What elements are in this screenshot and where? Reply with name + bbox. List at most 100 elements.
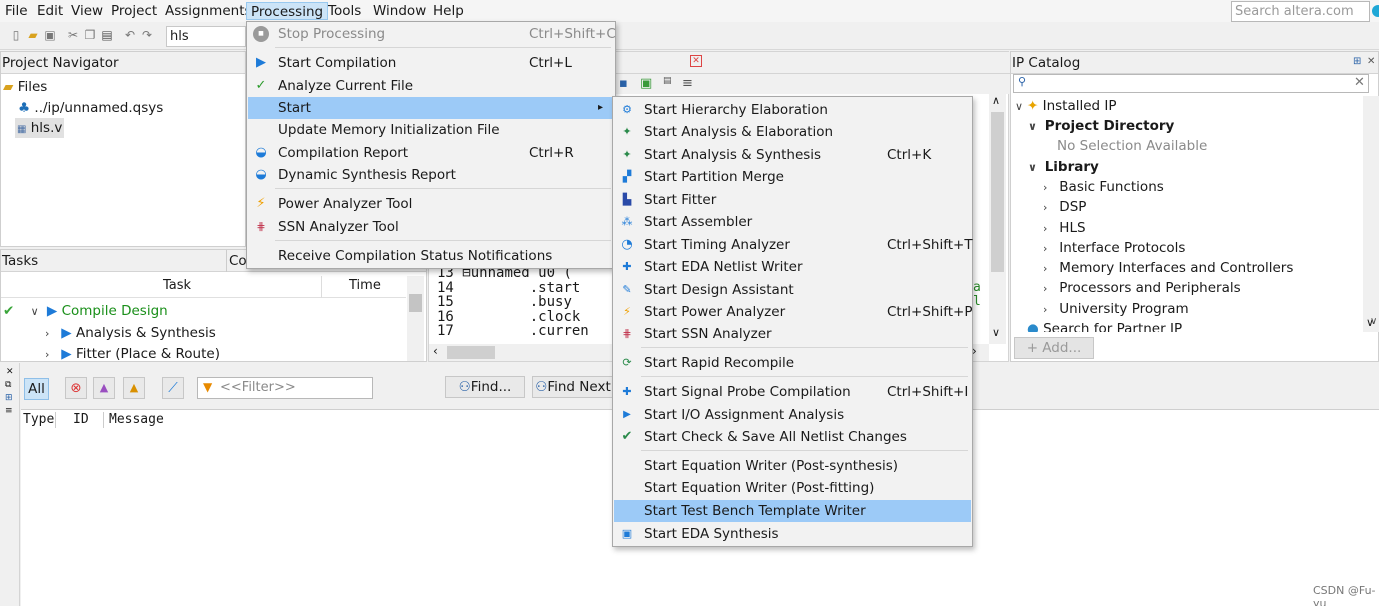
tree-library-item[interactable]: › Memory Interfaces and Controllers xyxy=(1043,258,1293,278)
task-row[interactable]: ✔ ∨ ▶ Compile Design xyxy=(3,301,403,321)
editor-tool-icon[interactable]: ▣ xyxy=(640,76,652,91)
menu-view[interactable]: View xyxy=(67,2,107,20)
tree-library[interactable]: ∨ Library xyxy=(1028,157,1099,177)
ip-scrollbar[interactable]: ∨ xyxy=(1363,96,1379,332)
col-message[interactable]: Message xyxy=(109,412,164,427)
submenu-item[interactable]: ▶ Start I/O Assignment Analysis xyxy=(614,404,971,426)
submenu-item[interactable]: ⁂ Start Assembler xyxy=(614,211,971,233)
tree-library-item[interactable]: › Processors and Peripherals xyxy=(1043,278,1241,298)
submenu-item[interactable]: Start Test Bench Template Writer xyxy=(614,500,971,522)
submenu-item[interactable]: ✔ Start Check & Save All Netlist Changes xyxy=(614,426,971,448)
close-tab-icon[interactable]: ✕ xyxy=(690,55,702,67)
tree-installed-ip[interactable]: ∨ ✦ Installed IP xyxy=(1015,96,1117,116)
menu-project[interactable]: Project xyxy=(107,2,161,20)
menu-item-stop-processing[interactable]: ■ Stop Processing Ctrl+Shift+C xyxy=(248,23,616,45)
clear-icon[interactable]: ✕ xyxy=(1354,75,1365,90)
submenu-item[interactable]: ⟳ Start Rapid Recompile xyxy=(614,352,971,374)
close-icon[interactable]: ✕ xyxy=(6,367,14,377)
submenu-item[interactable]: ◔ Start Timing Analyzer Ctrl+Shift+T xyxy=(614,234,972,256)
scroll-thumb[interactable] xyxy=(991,112,1004,272)
close-icon[interactable]: ✕ xyxy=(1367,56,1375,67)
dock-icon[interactable]: ⊞ xyxy=(1353,56,1361,67)
menu-file[interactable]: File xyxy=(1,2,32,20)
submenu-item[interactable]: ⋕ Start SSN Analyzer xyxy=(614,323,971,345)
menu-item-analyze-current-file[interactable]: ✓ Analyze Current File xyxy=(248,75,614,97)
menu-item-dynamic-synthesis-report[interactable]: ◒ Dynamic Synthesis Report xyxy=(248,164,614,186)
files-root[interactable]: ▰ Files xyxy=(3,77,47,97)
error-filter-icon[interactable]: ⊗ xyxy=(65,377,87,399)
copy-icon[interactable]: ❐ xyxy=(83,28,97,42)
menu-assignments[interactable]: Assignments xyxy=(161,2,256,20)
menu-item-power-analyzer-tool[interactable]: ⚡ Power Analyzer Tool xyxy=(248,193,614,215)
suppressed-filter-icon[interactable]: ⟋ xyxy=(162,377,184,399)
col-type[interactable]: Type xyxy=(23,412,56,427)
editor-tool-icon[interactable]: ▪ xyxy=(619,76,628,91)
file-item[interactable]: ♣ ../ip/unnamed.qsys xyxy=(18,98,163,118)
file-item[interactable]: ▦ hls.v xyxy=(15,118,65,138)
submenu-item[interactable]: Start Equation Writer (Post-fitting) xyxy=(614,477,971,499)
play-icon[interactable]: ▶ xyxy=(47,303,57,319)
menu-item-ssn-analyzer-tool[interactable]: ⋕ SSN Analyzer Tool xyxy=(248,216,614,238)
play-icon[interactable]: ▶ xyxy=(61,325,71,341)
add-ip-button[interactable]: + Add... xyxy=(1014,337,1094,359)
search-altera-input[interactable]: Search altera.com xyxy=(1231,1,1370,22)
submenu-item[interactable]: Start Equation Writer (Post-synthesis) xyxy=(614,455,971,477)
chevron-right-icon[interactable]: › xyxy=(45,324,57,344)
submenu-item[interactable]: ✚ Start Signal Probe Compilation Ctrl+Shif… xyxy=(614,381,971,403)
chevron-right-icon[interactable]: › xyxy=(45,345,57,361)
menu-item-start[interactable]: Start ▸ xyxy=(248,97,614,119)
submenu-item[interactable]: ▞ Start Partition Merge xyxy=(614,166,971,188)
submenu-item[interactable]: ✦ Start Analysis & Elaboration xyxy=(614,121,971,143)
critical-warning-filter-icon[interactable]: ▲ xyxy=(93,377,115,399)
task-row[interactable]: › ▶ Analysis & Synthesis xyxy=(45,323,216,343)
tree-library-item[interactable]: › DSP xyxy=(1043,197,1086,217)
tree-library-item[interactable]: › Basic Functions xyxy=(1043,177,1164,197)
editor-tool-icon[interactable]: ≡ xyxy=(682,76,693,91)
menu-edit[interactable]: Edit xyxy=(33,2,67,20)
task-row[interactable]: › ▶ Fitter (Place & Route) xyxy=(45,344,220,361)
find-button[interactable]: ⚇Find... xyxy=(445,376,525,398)
ip-search-input[interactable]: ⚲ ✕ xyxy=(1013,74,1369,93)
find-next-button[interactable]: ⚇Find Next xyxy=(532,376,614,398)
pin-icon[interactable]: ⊞ xyxy=(5,393,13,403)
tasks-scrollbar[interactable] xyxy=(407,276,424,361)
scroll-down-icon[interactable]: ∨ xyxy=(992,326,1000,339)
tree-library-item[interactable]: › Interface Protocols xyxy=(1043,238,1185,258)
scroll-thumb[interactable] xyxy=(409,294,422,312)
undo-icon[interactable]: ↶ xyxy=(123,28,137,42)
tree-partner-ip[interactable]: ● Search for Partner IP xyxy=(1027,319,1182,332)
top-entity-combo[interactable]: hls xyxy=(166,26,246,47)
col-id[interactable]: ID xyxy=(73,412,89,427)
scroll-up-icon[interactable]: ∧ xyxy=(992,94,1000,107)
warning-filter-icon[interactable]: ▲ xyxy=(123,377,145,399)
new-file-icon[interactable]: ▯ xyxy=(9,28,23,42)
play-icon[interactable]: ▶ xyxy=(61,346,71,361)
tab-compilation[interactable]: Co xyxy=(226,250,247,272)
editor-vscrollbar[interactable]: ∧ ∨ xyxy=(989,94,1006,344)
all-filter-button[interactable]: All xyxy=(24,378,49,400)
menu-window[interactable]: Window xyxy=(369,2,430,20)
message-filter-input[interactable]: ▼ <<Filter>> xyxy=(197,377,373,399)
submenu-item[interactable]: ✚ Start EDA Netlist Writer xyxy=(614,256,971,278)
scroll-thumb[interactable] xyxy=(447,346,495,359)
search-go-icon[interactable] xyxy=(1372,5,1379,17)
col-task[interactable]: Task xyxy=(163,278,191,293)
scroll-left-icon[interactable]: ‹ xyxy=(433,344,438,358)
menu-help[interactable]: Help xyxy=(429,2,468,20)
float-icon[interactable]: ⧉ xyxy=(5,380,11,390)
menu-item-start-compilation[interactable]: ▶ Start Compilation Ctrl+L xyxy=(248,52,614,74)
redo-icon[interactable]: ↷ xyxy=(140,28,154,42)
submenu-item[interactable]: ⚙ Start Hierarchy Elaboration xyxy=(614,99,971,121)
editor-tool-icon[interactable]: ▤ xyxy=(663,76,672,86)
submenu-item[interactable]: ✦ Start Analysis & Synthesis Ctrl+K xyxy=(614,144,971,166)
col-time[interactable]: Time xyxy=(349,278,381,293)
submenu-item[interactable]: ▣ Start EDA Synthesis xyxy=(614,523,971,545)
menu-processing[interactable]: Processing xyxy=(246,2,329,20)
submenu-item[interactable]: ▙ Start Fitter xyxy=(614,189,971,211)
menu-icon[interactable]: ≡ xyxy=(5,406,13,416)
open-folder-icon[interactable]: ▰ xyxy=(26,28,40,42)
tree-library-item[interactable]: › HLS xyxy=(1043,218,1086,238)
menu-tools[interactable]: Tools xyxy=(324,2,365,20)
menu-item-compilation-report[interactable]: ◒ Compilation Report Ctrl+R xyxy=(248,142,614,164)
menu-item-receive-notifications[interactable]: Receive Compilation Status Notifications xyxy=(248,245,614,267)
